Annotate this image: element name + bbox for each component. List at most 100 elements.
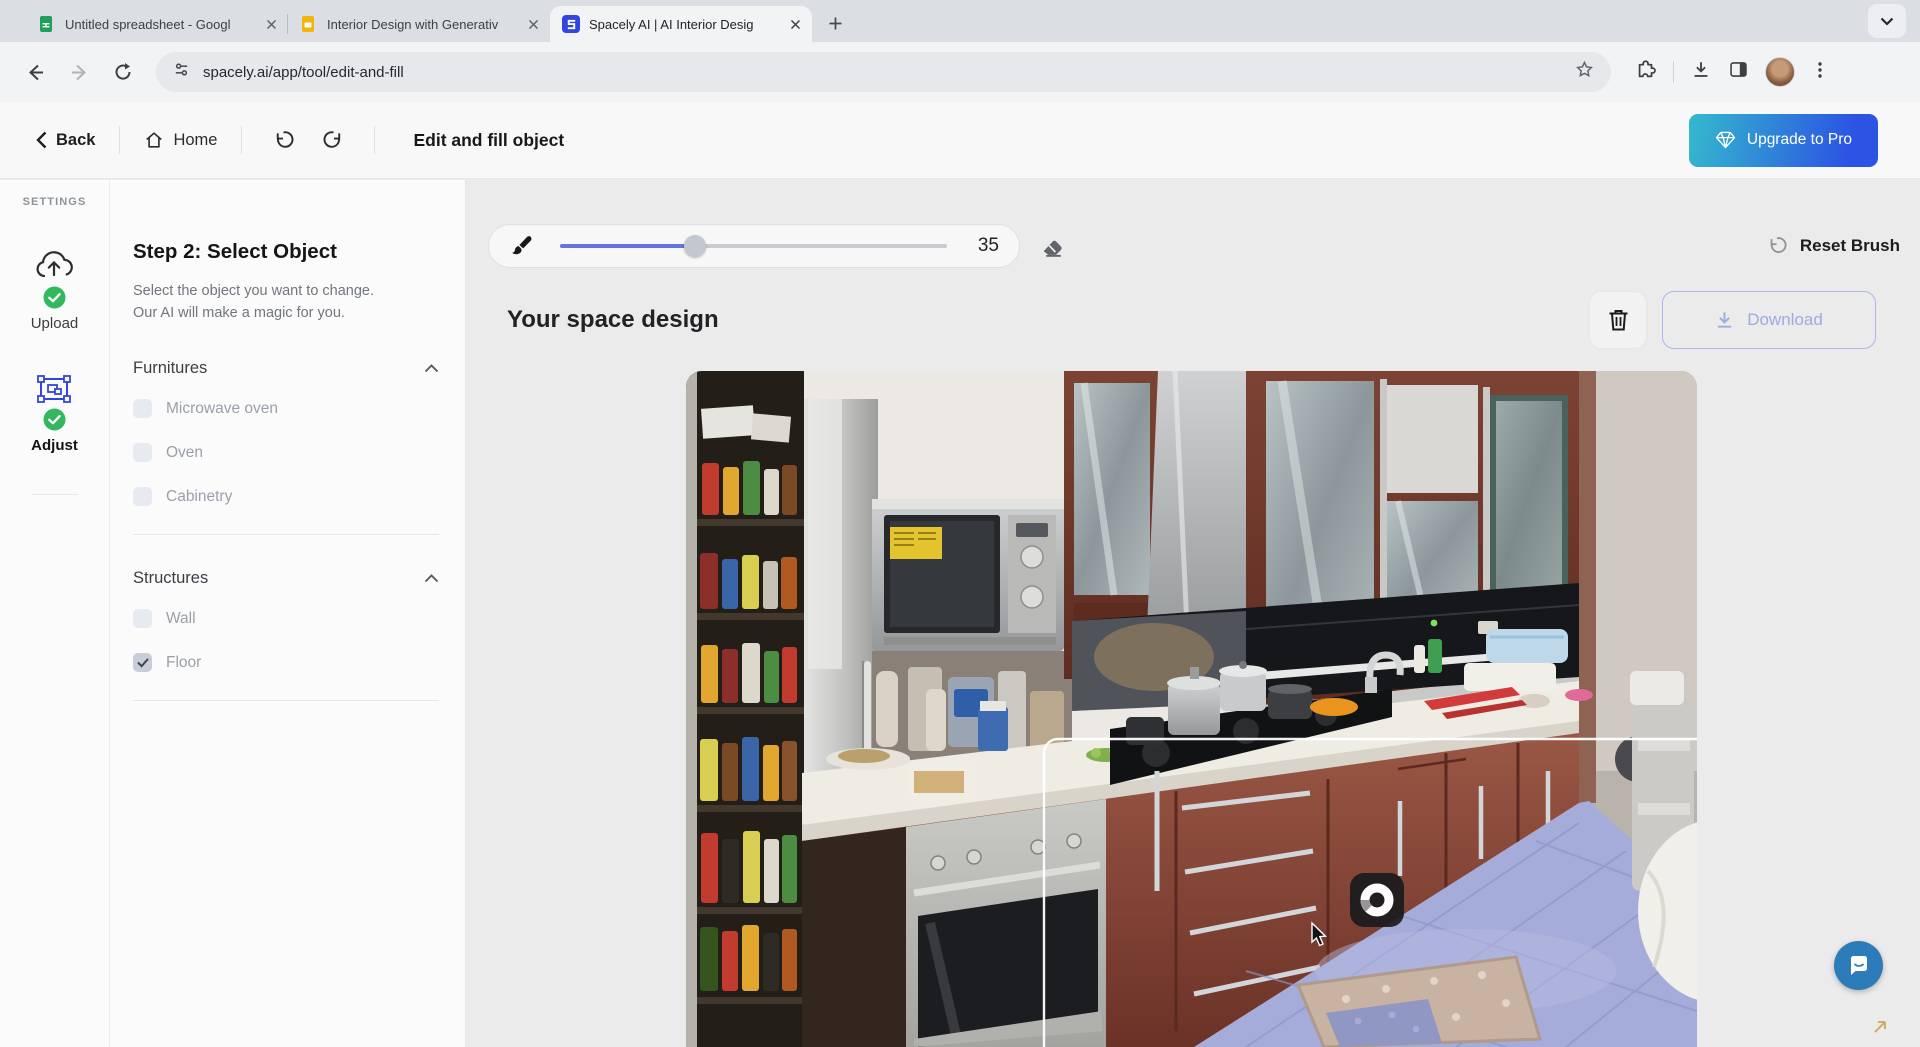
omnibox[interactable]: spacely.ai/app/tool/edit-and-fill — [156, 52, 1611, 92]
cloud-upload-icon — [34, 250, 74, 282]
panel-title: Step 2: Select Object — [133, 240, 439, 264]
check-icon — [137, 658, 149, 668]
tab-slides[interactable]: Interior Design with Generativ — [288, 6, 550, 42]
google-slides-icon — [300, 15, 318, 33]
site-settings-icon[interactable] — [172, 60, 191, 84]
checkbox[interactable] — [133, 443, 152, 462]
checkbox-label: Oven — [166, 444, 203, 462]
tab-title: Untitled spreadsheet - Googl — [65, 17, 253, 32]
close-tab-icon[interactable] — [524, 15, 542, 33]
checkbox-label: Wall — [166, 610, 196, 628]
download-button[interactable]: Download — [1662, 291, 1876, 349]
corner-scroll-arrow-icon — [1872, 1018, 1888, 1041]
reset-brush-button[interactable]: Reset Brush — [1766, 235, 1900, 257]
download-label: Download — [1747, 310, 1823, 330]
step-done-check-icon — [43, 408, 66, 431]
oven-render — [906, 799, 1106, 1047]
workspace: 35 Reset Brush — [466, 180, 1920, 1047]
checkbox-row-cabinetry[interactable]: Cabinetry — [133, 484, 439, 510]
home-icon — [144, 130, 164, 150]
microwave-render — [872, 499, 1064, 651]
brush-size-slider[interactable] — [560, 236, 947, 256]
step-upload[interactable]: Upload — [31, 250, 79, 332]
step-label: Upload — [31, 315, 79, 332]
browser-reload-icon[interactable] — [104, 53, 142, 91]
undo-button[interactable] — [266, 123, 300, 157]
reset-icon — [1766, 235, 1788, 257]
select-object-panel: Step 2: Select Object Select the object … — [110, 180, 466, 1047]
eraser-icon — [1040, 234, 1065, 259]
step-label: Adjust — [31, 437, 78, 454]
rail-divider — [32, 494, 78, 495]
section-label: Structures — [133, 569, 208, 588]
checkbox-row-floor[interactable]: Floor — [133, 650, 439, 676]
back-button[interactable]: Back — [36, 131, 95, 150]
brush-size-control: 35 — [488, 224, 1020, 268]
close-tab-icon[interactable] — [786, 15, 804, 33]
checkbox-row-microwave-oven[interactable]: Microwave oven — [133, 396, 439, 422]
panel-divider — [133, 700, 439, 701]
checkbox-checked[interactable] — [133, 653, 152, 672]
checkbox[interactable] — [133, 487, 152, 506]
upgrade-label: Upgrade to Pro — [1747, 131, 1852, 149]
upgrade-to-pro-button[interactable]: Upgrade to Pro — [1689, 114, 1878, 167]
undo-icon — [272, 129, 295, 152]
downloads-icon[interactable] — [1690, 59, 1712, 86]
tab-title: Interior Design with Generativ — [327, 17, 515, 32]
checkbox[interactable] — [133, 609, 152, 628]
checkbox[interactable] — [133, 399, 152, 418]
side-panel-icon[interactable] — [1728, 59, 1749, 85]
section-structures[interactable]: Structures — [133, 569, 439, 588]
adjust-selection-icon — [36, 374, 72, 404]
chevron-up-icon — [424, 364, 439, 373]
chevron-left-icon — [36, 131, 47, 149]
checkbox-row-wall[interactable]: Wall — [133, 606, 439, 632]
tab-spreadsheet[interactable]: Untitled spreadsheet - Googl — [26, 6, 288, 42]
slider-handle[interactable] — [684, 235, 706, 257]
toolbar-divider — [1673, 61, 1674, 83]
chevron-up-icon — [424, 574, 439, 583]
checkbox-label: Microwave oven — [166, 400, 278, 418]
brush-size-value: 35 — [969, 235, 999, 257]
google-sheets-icon — [38, 15, 56, 33]
reset-brush-label: Reset Brush — [1800, 236, 1900, 256]
browser-toolbar: spacely.ai/app/tool/edit-and-fill — [0, 42, 1920, 102]
home-button[interactable]: Home — [144, 130, 217, 150]
tab-spacely-active[interactable]: Spacely AI | AI Interior Desig — [550, 6, 812, 42]
tab-search-chevron-button[interactable] — [1868, 4, 1906, 38]
design-title: Your space design — [507, 306, 719, 334]
section-furnitures[interactable]: Furnitures — [133, 359, 439, 378]
trash-icon — [1607, 308, 1630, 332]
screen: Untitled spreadsheet - Googl Interior De… — [0, 0, 1920, 1047]
brush-toolbar: 35 Reset Brush — [488, 224, 1900, 268]
profile-avatar[interactable] — [1765, 57, 1795, 87]
app-header: Back Home Edit and fill object Upgrade t… — [0, 102, 1920, 179]
browser-forward-icon[interactable] — [60, 53, 98, 91]
step-adjust[interactable]: Adjust — [31, 374, 78, 454]
extensions-icon[interactable] — [1635, 59, 1657, 86]
browser-menu-icon[interactable] — [1811, 61, 1829, 84]
header-divider — [374, 126, 375, 154]
back-label: Back — [56, 131, 95, 150]
brush-icon[interactable] — [509, 234, 534, 259]
browser-tabstrip: Untitled spreadsheet - Googl Interior De… — [0, 0, 1920, 42]
new-tab-button[interactable] — [820, 8, 850, 38]
url-text[interactable]: spacely.ai/app/tool/edit-and-fill — [203, 64, 404, 81]
kitchen-photo-render — [686, 371, 1697, 1047]
redo-button[interactable] — [316, 123, 350, 157]
steps-rail: SETTINGS Upload — [0, 180, 110, 1047]
spacely-logo-icon — [562, 15, 580, 33]
home-label: Home — [173, 131, 217, 150]
design-canvas-photo[interactable] — [686, 371, 1697, 1047]
panel-description: Select the object you want to change. Ou… — [133, 280, 385, 325]
eraser-button[interactable] — [1032, 226, 1072, 266]
canvas-header: Your space design D — [507, 291, 1876, 349]
bookmark-star-icon[interactable] — [1574, 59, 1595, 85]
checkbox-row-oven[interactable]: Oven — [133, 440, 439, 466]
chat-support-button[interactable] — [1834, 941, 1883, 990]
close-tab-icon[interactable] — [262, 15, 280, 33]
redo-icon — [322, 129, 345, 152]
browser-back-icon[interactable] — [16, 53, 54, 91]
delete-button[interactable] — [1589, 291, 1647, 349]
checkbox-label: Floor — [166, 654, 201, 672]
